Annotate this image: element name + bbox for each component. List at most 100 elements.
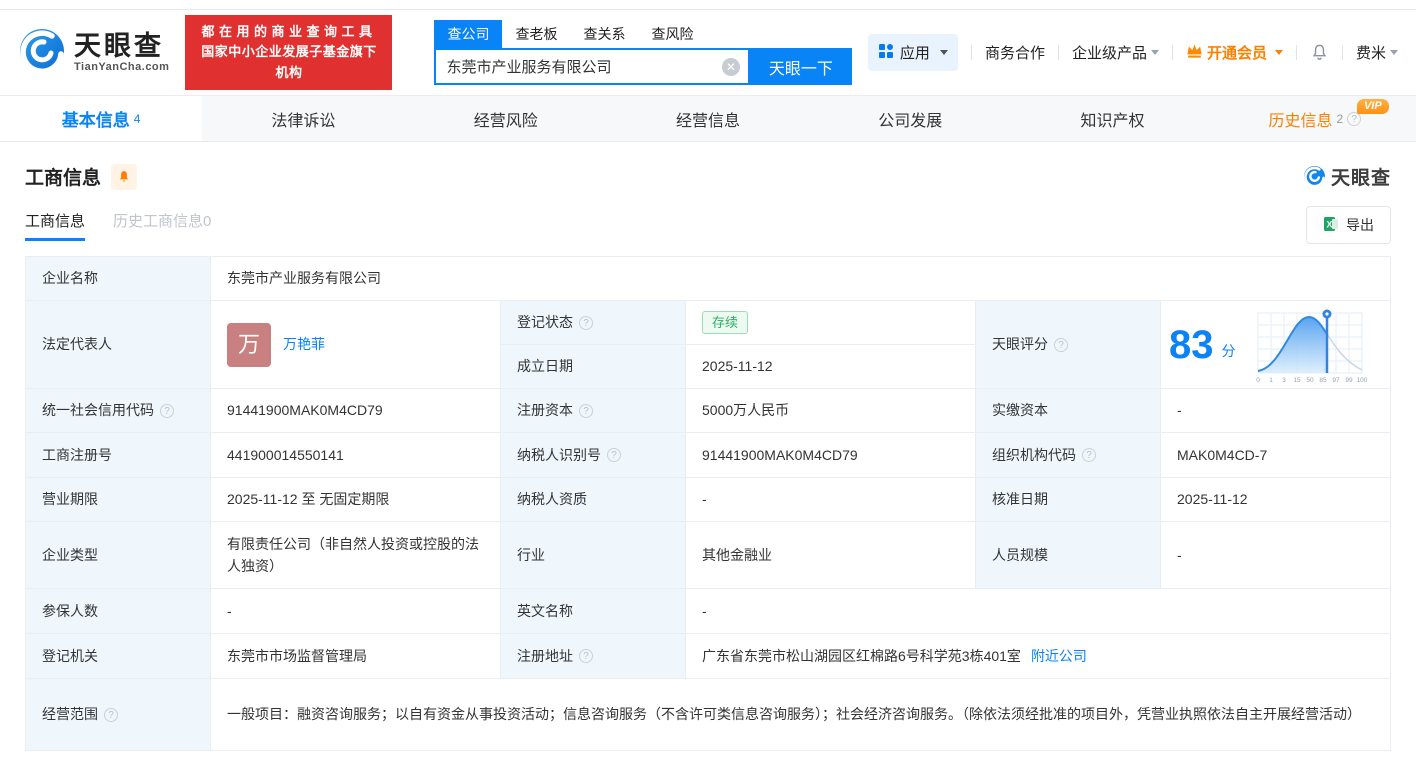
tab-label: 知识产权 bbox=[1080, 112, 1145, 130]
svg-text:85: 85 bbox=[1319, 377, 1327, 384]
tianyancha-watermark-icon bbox=[1303, 165, 1326, 188]
reg-authority-label: 登记机关 bbox=[26, 634, 211, 679]
help-icon[interactable] bbox=[1054, 337, 1068, 352]
business-scope-label: 经营范围 bbox=[26, 679, 211, 751]
watermark-text: 天眼查 bbox=[1330, 168, 1391, 189]
tab-basic-info[interactable]: 基本信息 4 bbox=[0, 96, 203, 141]
insured-count-label: 参保人数 bbox=[26, 589, 211, 634]
avatar[interactable]: 万 bbox=[227, 322, 271, 367]
tab-label: 公司发展 bbox=[878, 112, 943, 130]
apps-label: 应用 bbox=[899, 45, 930, 62]
help-icon[interactable] bbox=[1082, 448, 1096, 462]
user-account-menu[interactable]: 费米 bbox=[1356, 42, 1398, 63]
clear-search-icon[interactable]: ✕ bbox=[721, 57, 740, 76]
tab-label: 经营风险 bbox=[473, 112, 538, 130]
chevron-down-icon bbox=[1390, 50, 1398, 55]
reg-capital-label-text: 注册资本 bbox=[517, 402, 573, 419]
reg-address-text: 广东省东莞市松山湖园区红棉路6号科学苑3栋401室 bbox=[702, 647, 1021, 664]
staff-size-label: 人员规模 bbox=[976, 522, 1161, 589]
credit-code-label: 统一社会信用代码 bbox=[26, 389, 211, 433]
username: 费米 bbox=[1355, 45, 1386, 62]
apps-grid-icon bbox=[878, 43, 894, 63]
company-nav-tabs: 基本信息 4 法律诉讼 经营风险 经营信息 公司发展 知识产权 VIP 历史信息… bbox=[0, 95, 1416, 142]
company-type-label: 企业类型 bbox=[26, 522, 211, 589]
credit-code-value: 91441900MAK0M4CD79 bbox=[211, 389, 501, 433]
score-unit: 分 bbox=[1221, 343, 1236, 360]
svg-text:100: 100 bbox=[1356, 377, 1367, 384]
search-tab-risk[interactable]: 查风险 bbox=[638, 20, 706, 48]
notifications-bell-icon[interactable] bbox=[1310, 43, 1329, 62]
chevron-down-icon bbox=[939, 50, 948, 55]
status-badge: 存续 bbox=[702, 310, 749, 335]
taxpayer-quality-value: - bbox=[686, 478, 976, 522]
subtab-business-info[interactable]: 工商信息 bbox=[25, 210, 86, 241]
company-name-value: 东莞市产业服务有限公司 bbox=[211, 257, 1391, 301]
tab-label: 经营信息 bbox=[675, 112, 740, 130]
paid-capital-value: - bbox=[1161, 389, 1391, 433]
tab-basic-info-label: 基本信息 bbox=[61, 111, 130, 130]
legal-rep-name-link[interactable]: 万艳菲 bbox=[283, 333, 325, 355]
enterprise-products-label: 企业级产品 bbox=[1071, 45, 1147, 62]
help-icon[interactable] bbox=[607, 448, 621, 462]
svg-text:50: 50 bbox=[1306, 377, 1314, 384]
apps-menu-button[interactable]: 应用 bbox=[867, 34, 958, 71]
org-code-label: 组织机构代码 bbox=[976, 433, 1161, 478]
tab-intellectual-property[interactable]: 知识产权 bbox=[1011, 96, 1213, 141]
divider bbox=[1057, 45, 1059, 60]
company-type-value: 有限责任公司（非自然人投资或控股的法人独资） bbox=[211, 522, 501, 589]
tab-operating-risk[interactable]: 经营风险 bbox=[405, 96, 607, 141]
tab-history-count: 2 bbox=[1336, 111, 1344, 126]
taxpayer-id-label-text: 纳税人识别号 bbox=[517, 446, 601, 463]
main-content: 工商信息 天眼查 工商信息 历史工商信息0 X 导出 企业名称 东莞市产业服务有… bbox=[0, 163, 1416, 751]
tab-legal-litigation[interactable]: 法律诉讼 bbox=[202, 96, 404, 141]
svg-text:1: 1 bbox=[1269, 377, 1273, 384]
business-cooperation-link[interactable]: 商务合作 bbox=[985, 42, 1045, 63]
svg-text:0: 0 bbox=[1256, 377, 1260, 384]
svg-text:99: 99 bbox=[1345, 377, 1353, 384]
tianyancha-watermark: 天眼查 bbox=[1303, 163, 1391, 190]
reg-capital-value: 5000万人民币 bbox=[686, 389, 976, 433]
promo-banner[interactable]: 都在用的商业查询工具 国家中小企业发展子基金旗下机构 bbox=[185, 15, 393, 90]
help-icon[interactable] bbox=[579, 403, 593, 418]
tab-history-info[interactable]: VIP 历史信息 2 bbox=[1214, 96, 1416, 141]
open-membership-button[interactable]: 开通会员 bbox=[1186, 42, 1283, 63]
enterprise-products-menu[interactable]: 企业级产品 bbox=[1072, 42, 1159, 63]
nearby-companies-link[interactable]: 附近公司 bbox=[1031, 645, 1087, 667]
reg-capital-label: 注册资本 bbox=[501, 389, 686, 433]
reg-status-value: 存续 bbox=[686, 301, 976, 345]
taxpayer-id-value: 91441900MAK0M4CD79 bbox=[686, 433, 976, 478]
search-tab-relation[interactable]: 查关系 bbox=[570, 20, 638, 48]
vip-badge: VIP bbox=[1356, 99, 1389, 114]
site-header: 天眼查 TianYanCha.com 都在用的商业查询工具 国家中小企业发展子基… bbox=[0, 10, 1416, 95]
tianyancha-logo[interactable]: 天眼查 TianYanCha.com bbox=[18, 27, 169, 78]
export-button[interactable]: X 导出 bbox=[1306, 206, 1391, 244]
legal-rep-label: 法定代表人 bbox=[26, 301, 211, 389]
excel-icon: X bbox=[1323, 216, 1339, 235]
help-icon[interactable] bbox=[160, 403, 174, 418]
header-menu: 应用 商务合作 企业级产品 开通会员 费米 bbox=[867, 34, 1398, 71]
search-button[interactable]: 天眼一下 bbox=[749, 48, 852, 85]
search-tab-boss[interactable]: 查老板 bbox=[502, 20, 570, 48]
establish-date-label: 成立日期 bbox=[501, 345, 686, 389]
taxpayer-quality-label: 纳税人资质 bbox=[501, 478, 686, 522]
tab-operating-info[interactable]: 经营信息 bbox=[607, 96, 809, 141]
paid-capital-label: 实缴资本 bbox=[976, 389, 1161, 433]
subtab-history-business-info[interactable]: 历史工商信息0 bbox=[113, 210, 211, 241]
promo-line2: 国家中小企业发展子基金旗下机构 bbox=[201, 44, 377, 80]
reg-address-value: 广东省东莞市松山湖园区红棉路6号科学苑3栋401室 附近公司 bbox=[686, 634, 1391, 679]
tab-company-development[interactable]: 公司发展 bbox=[809, 96, 1011, 141]
org-code-value: MAK0M4CD-7 bbox=[1161, 433, 1391, 478]
search-tab-company[interactable]: 查公司 bbox=[434, 20, 503, 48]
subscribe-bell-icon[interactable] bbox=[111, 163, 138, 190]
promo-line1: 都在用的商业查询工具 bbox=[201, 24, 377, 40]
help-icon[interactable] bbox=[579, 315, 593, 330]
help-icon[interactable] bbox=[579, 649, 593, 663]
svg-text:3: 3 bbox=[1282, 377, 1286, 384]
legal-rep-value: 万 万艳菲 bbox=[211, 301, 501, 389]
help-icon[interactable] bbox=[104, 707, 118, 722]
establish-date-value: 2025-11-12 bbox=[686, 345, 976, 389]
search-input[interactable] bbox=[436, 50, 748, 83]
reg-address-label-text: 注册地址 bbox=[517, 647, 573, 664]
chevron-down-icon bbox=[1150, 50, 1159, 55]
staff-size-value: - bbox=[1161, 522, 1391, 589]
